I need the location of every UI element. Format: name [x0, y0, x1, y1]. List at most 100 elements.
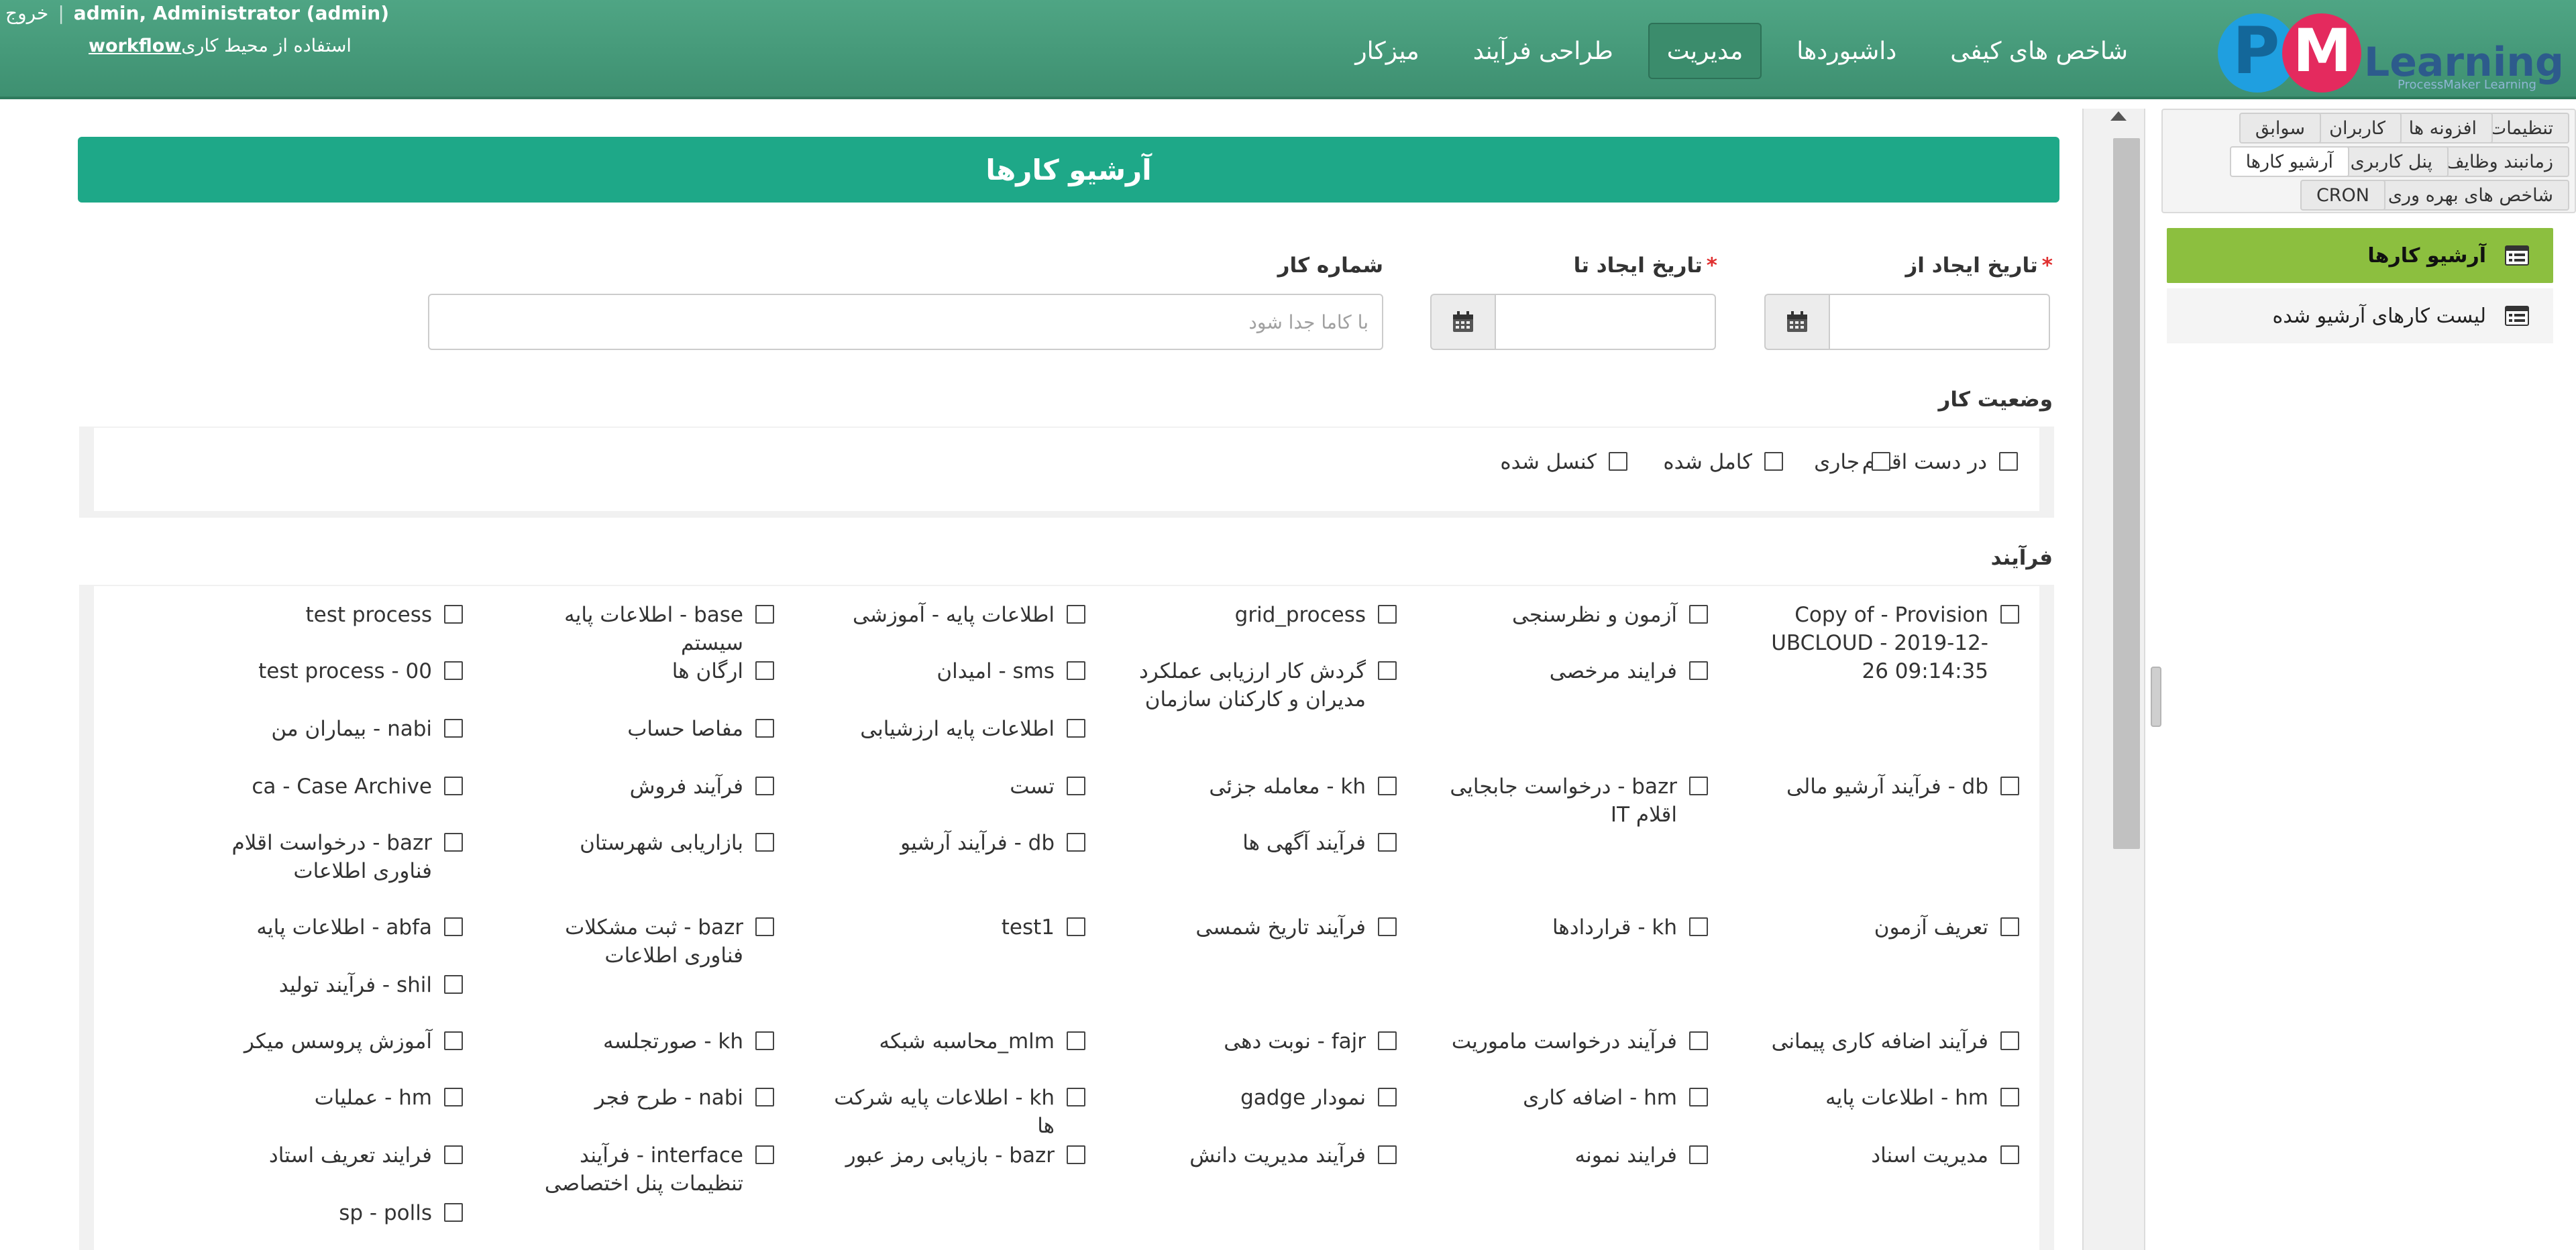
process-option[interactable]: ca - Case Archive — [204, 773, 463, 801]
process-checkbox[interactable] — [444, 605, 463, 624]
process-option[interactable]: mlm_محاسبه شبکه — [826, 1027, 1085, 1056]
admin-tab-8[interactable]: CRON — [2300, 180, 2385, 211]
status-checkbox[interactable] — [1999, 452, 2018, 471]
process-checkbox[interactable] — [444, 917, 463, 936]
process-checkbox[interactable] — [1067, 1145, 1085, 1164]
process-option[interactable]: hm - عملیات — [204, 1084, 463, 1112]
status-checkbox[interactable] — [1872, 452, 1890, 471]
process-option[interactable]: ارگان ها — [515, 657, 774, 685]
process-checkbox[interactable] — [1689, 917, 1708, 936]
process-checkbox[interactable] — [755, 1031, 774, 1050]
process-option[interactable]: hm - اطلاعات پایه — [1760, 1084, 2019, 1112]
process-option[interactable]: مفاصا حساب — [515, 715, 774, 743]
process-checkbox[interactable] — [2000, 1145, 2019, 1164]
date-to-calendar-button[interactable] — [1430, 294, 1495, 350]
process-checkbox[interactable] — [755, 1088, 774, 1106]
process-option[interactable]: فرایند نمونه — [1449, 1141, 1708, 1170]
process-option[interactable]: abfa - اطلاعات پایه — [204, 913, 463, 942]
process-checkbox[interactable] — [1689, 1145, 1708, 1164]
status-checkbox[interactable] — [1609, 452, 1627, 471]
status-checkbox[interactable] — [1764, 452, 1783, 471]
splitter-handle[interactable] — [2151, 667, 2161, 727]
process-checkbox[interactable] — [444, 1031, 463, 1050]
process-option[interactable]: فرآیند اضافه کاری پیمانی — [1760, 1027, 2019, 1056]
process-option[interactable]: فرآیند درخواست ماموریت — [1449, 1027, 1708, 1056]
process-checkbox[interactable] — [444, 833, 463, 852]
admin-tab-4[interactable]: زمانبند وظایف — [2429, 146, 2569, 177]
nav-item-1[interactable]: طراحی فرآیند — [1454, 23, 1632, 79]
process-checkbox[interactable] — [1378, 1145, 1397, 1164]
process-checkbox[interactable] — [444, 661, 463, 680]
process-checkbox[interactable] — [2000, 777, 2019, 795]
scroll-up-arrow-icon[interactable] — [2110, 111, 2127, 121]
process-option[interactable]: bazr - بازیابی رمز عبور — [826, 1141, 1085, 1170]
process-option[interactable]: فرآیند مدیریت دانش — [1138, 1141, 1397, 1170]
process-option[interactable]: bazr - ثبت مشکلات فناوری اطلاعات — [515, 913, 774, 970]
process-option[interactable]: test1 — [826, 913, 1085, 942]
process-option[interactable]: بازاریابی شهرستان — [515, 829, 774, 857]
nav-item-4[interactable]: شاخص های کیفی — [1931, 23, 2147, 79]
process-checkbox[interactable] — [755, 777, 774, 795]
process-option[interactable]: bazr - درخواست جابجایی اقلام IT — [1449, 773, 1708, 829]
process-option[interactable]: Copy of - Provision UBCLOUD - 2019-12-26… — [1760, 601, 2019, 685]
process-option[interactable]: kh - قراردادها — [1449, 913, 1708, 942]
process-option[interactable]: test process - 00 — [204, 657, 463, 685]
process-option[interactable]: bazr - درخواست اقلام فناوری اطلاعات — [204, 829, 463, 885]
sidebar-item-0[interactable]: آرشیو کارها — [2167, 228, 2553, 283]
process-checkbox[interactable] — [444, 1145, 463, 1164]
process-checkbox[interactable] — [1378, 917, 1397, 936]
process-checkbox[interactable] — [1689, 777, 1708, 795]
admin-tab-2[interactable]: کاربران — [2313, 113, 2402, 144]
process-option[interactable]: kh - صورتجلسه — [515, 1027, 774, 1056]
process-option[interactable]: kh - اطلاعات پایه شرکت ها — [826, 1084, 1085, 1140]
process-checkbox[interactable] — [444, 975, 463, 994]
process-option[interactable]: test process — [204, 601, 463, 629]
process-option[interactable]: مدیریت اسناد — [1760, 1141, 2019, 1170]
admin-tab-6[interactable]: آرشیو کارها — [2229, 146, 2349, 177]
process-checkbox[interactable] — [1067, 1031, 1085, 1050]
main-scrollbar[interactable] — [2082, 109, 2144, 1250]
process-option[interactable]: shil - فرآیند تولید — [204, 971, 463, 999]
process-option[interactable]: interface - فرآیند تنظیمات پنل اختصاصی — [515, 1141, 774, 1198]
process-option[interactable]: nabi - بیماران من — [204, 715, 463, 743]
process-checkbox[interactable] — [1689, 1031, 1708, 1050]
process-checkbox[interactable] — [755, 605, 774, 624]
nav-item-3[interactable]: داشبوردها — [1778, 23, 1915, 79]
process-option[interactable]: فرایند تعریف استاد — [204, 1141, 463, 1170]
process-checkbox[interactable] — [1067, 917, 1085, 936]
process-checkbox[interactable] — [444, 777, 463, 795]
process-checkbox[interactable] — [1067, 777, 1085, 795]
date-from-input[interactable] — [1829, 294, 2050, 350]
status-option-2[interactable]: کامل شده — [1663, 448, 1783, 476]
admin-tab-1[interactable]: افزونه ها — [2392, 113, 2493, 144]
process-option[interactable]: تست — [826, 773, 1085, 801]
date-from-calendar-button[interactable] — [1764, 294, 1829, 350]
process-checkbox[interactable] — [1689, 1088, 1708, 1106]
process-option[interactable]: فرایند مرخصی — [1449, 657, 1708, 685]
process-checkbox[interactable] — [755, 917, 774, 936]
process-option[interactable]: base - اطلاعات پایه سیستم — [515, 601, 774, 657]
process-checkbox[interactable] — [1378, 661, 1397, 680]
process-option[interactable]: fajr - نوبت دهی — [1138, 1027, 1397, 1056]
process-option[interactable]: فرآیند فروش — [515, 773, 774, 801]
logout-link[interactable]: خروج — [5, 2, 48, 24]
scroll-thumb[interactable] — [2113, 138, 2140, 849]
process-checkbox[interactable] — [755, 833, 774, 852]
admin-tab-5[interactable]: پنل کاربری — [2334, 146, 2449, 177]
process-checkbox[interactable] — [755, 1145, 774, 1164]
admin-tab-3[interactable]: سوابق — [2239, 113, 2321, 144]
process-checkbox[interactable] — [1067, 719, 1085, 738]
process-checkbox[interactable] — [1378, 1031, 1397, 1050]
process-checkbox[interactable] — [1067, 661, 1085, 680]
sidebar-item-1[interactable]: لیست کارهای آرشیو شده — [2167, 288, 2553, 343]
process-option[interactable]: اطلاعات پایه - آموزشی — [826, 601, 1085, 629]
process-checkbox[interactable] — [1067, 833, 1085, 852]
process-checkbox[interactable] — [444, 1088, 463, 1106]
process-checkbox[interactable] — [1067, 1088, 1085, 1106]
process-checkbox[interactable] — [1378, 777, 1397, 795]
process-option[interactable]: kh - معامله جزئی — [1138, 773, 1397, 801]
nav-item-0[interactable]: میزکار — [1336, 23, 1438, 79]
process-option[interactable]: db - فرآیند آرشیو مالی — [1760, 773, 2019, 801]
process-checkbox[interactable] — [755, 719, 774, 738]
process-option[interactable]: گردش کار ارزیابی عملکرد مدیران و کارکنان… — [1138, 657, 1397, 714]
